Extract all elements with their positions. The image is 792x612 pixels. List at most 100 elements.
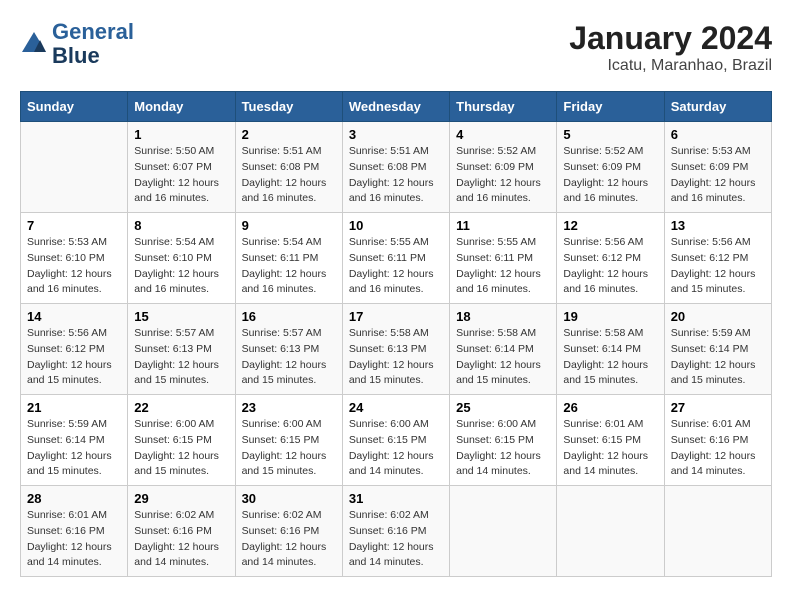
day-cell-29: 29Sunrise: 6:02 AM Sunset: 6:16 PM Dayli… bbox=[128, 486, 235, 577]
day-cell-28: 28 Sunrise: 6:01 AM Sunset: 6:16 PM Dayli… bbox=[21, 486, 128, 577]
day-cell-25: 25 Sunrise: 6:00 AM Sunset: 6:15 PM Dayli… bbox=[450, 395, 557, 486]
day-number: 12 bbox=[563, 218, 657, 233]
title-block: January 2024 Icatu, Maranhao, Brazil bbox=[569, 20, 772, 75]
day-number: 26 bbox=[563, 400, 657, 415]
day-cell-14: 14 Sunrise: 5:56 AM Sunset: 6:12 PM Dayli… bbox=[21, 304, 128, 395]
day-info: Sunrise: 5:56 AM Sunset: 6:12 PM Dayligh… bbox=[671, 235, 765, 298]
day-info: Sunrise: 6:00 AM Sunset: 6:15 PM Dayligh… bbox=[456, 417, 550, 480]
empty-cell bbox=[450, 486, 557, 577]
day-cell-24: 24 Sunrise: 6:00 AM Sunset: 6:15 PM Dayli… bbox=[342, 395, 449, 486]
week-row-1: 1 Sunrise: 5:50 AM Sunset: 6:07 PM Daylig… bbox=[21, 122, 772, 213]
day-info: Sunrise: 6:00 AM Sunset: 6:15 PM Dayligh… bbox=[242, 417, 336, 480]
day-number: 9 bbox=[242, 218, 336, 233]
day-cell-21: 21 Sunrise: 5:59 AM Sunset: 6:14 PM Dayli… bbox=[21, 395, 128, 486]
day-info: Sunrise: 5:58 AM Sunset: 6:14 PM Dayligh… bbox=[563, 326, 657, 389]
day-cell-31: 31 Sunrise: 6:02 AM Sunset: 6:16 PM Dayli… bbox=[342, 486, 449, 577]
day-number: 28 bbox=[27, 491, 121, 506]
day-info: Sunrise: 5:59 AM Sunset: 6:14 PM Dayligh… bbox=[671, 326, 765, 389]
day-number: 3 bbox=[349, 127, 443, 142]
day-number: 30 bbox=[242, 491, 336, 506]
day-info: Sunrise: 5:51 AM Sunset: 6:08 PM Dayligh… bbox=[242, 144, 336, 207]
day-number: 13 bbox=[671, 218, 765, 233]
empty-cell bbox=[557, 486, 664, 577]
header-cell-sunday: Sunday bbox=[21, 92, 128, 122]
day-info: Sunrise: 5:59 AM Sunset: 6:14 PM Dayligh… bbox=[27, 417, 121, 480]
day-number: 18 bbox=[456, 309, 550, 324]
day-info: Sunrise: 6:00 AM Sunset: 6:15 PM Dayligh… bbox=[134, 417, 228, 480]
week-row-2: 7Sunrise: 5:53 AM Sunset: 6:10 PM Daylig… bbox=[21, 213, 772, 304]
logo-icon bbox=[20, 30, 48, 58]
day-info: Sunrise: 5:57 AM Sunset: 6:13 PM Dayligh… bbox=[242, 326, 336, 389]
day-cell-30: 30 Sunrise: 6:02 AM Sunset: 6:16 PM Dayli… bbox=[235, 486, 342, 577]
day-info: Sunrise: 6:02 AM Sunset: 6:16 PM Dayligh… bbox=[242, 508, 336, 571]
day-cell-10: 10 Sunrise: 5:55 AM Sunset: 6:11 PM Dayli… bbox=[342, 213, 449, 304]
day-number: 23 bbox=[242, 400, 336, 415]
header-cell-monday: Monday bbox=[128, 92, 235, 122]
day-number: 17 bbox=[349, 309, 443, 324]
day-cell-5: 5Sunrise: 5:52 AM Sunset: 6:09 PM Daylig… bbox=[557, 122, 664, 213]
day-info: Sunrise: 5:52 AM Sunset: 6:09 PM Dayligh… bbox=[456, 144, 550, 207]
day-cell-9: 9 Sunrise: 5:54 AM Sunset: 6:11 PM Daylig… bbox=[235, 213, 342, 304]
header-cell-friday: Friday bbox=[557, 92, 664, 122]
day-info: Sunrise: 6:00 AM Sunset: 6:15 PM Dayligh… bbox=[349, 417, 443, 480]
day-cell-20: 20 Sunrise: 5:59 AM Sunset: 6:14 PM Dayli… bbox=[664, 304, 771, 395]
header-cell-saturday: Saturday bbox=[664, 92, 771, 122]
week-row-4: 21 Sunrise: 5:59 AM Sunset: 6:14 PM Dayli… bbox=[21, 395, 772, 486]
day-cell-4: 4 Sunrise: 5:52 AM Sunset: 6:09 PM Daylig… bbox=[450, 122, 557, 213]
calendar-table: SundayMondayTuesdayWednesdayThursdayFrid… bbox=[20, 91, 772, 577]
day-number: 31 bbox=[349, 491, 443, 506]
day-number: 10 bbox=[349, 218, 443, 233]
day-info: Sunrise: 5:52 AM Sunset: 6:09 PM Dayligh… bbox=[563, 144, 657, 207]
day-cell-22: 22Sunrise: 6:00 AM Sunset: 6:15 PM Dayli… bbox=[128, 395, 235, 486]
day-info: Sunrise: 5:55 AM Sunset: 6:11 PM Dayligh… bbox=[349, 235, 443, 298]
day-cell-19: 19 Sunrise: 5:58 AM Sunset: 6:14 PM Dayli… bbox=[557, 304, 664, 395]
day-cell-13: 13 Sunrise: 5:56 AM Sunset: 6:12 PM Dayli… bbox=[664, 213, 771, 304]
day-info: Sunrise: 6:01 AM Sunset: 6:16 PM Dayligh… bbox=[27, 508, 121, 571]
day-cell-15: 15 Sunrise: 5:57 AM Sunset: 6:13 PM Dayli… bbox=[128, 304, 235, 395]
day-info: Sunrise: 5:58 AM Sunset: 6:13 PM Dayligh… bbox=[349, 326, 443, 389]
day-info: Sunrise: 5:56 AM Sunset: 6:12 PM Dayligh… bbox=[27, 326, 121, 389]
empty-cell bbox=[21, 122, 128, 213]
header-cell-wednesday: Wednesday bbox=[342, 92, 449, 122]
day-info: Sunrise: 5:57 AM Sunset: 6:13 PM Dayligh… bbox=[134, 326, 228, 389]
day-number: 2 bbox=[242, 127, 336, 142]
day-cell-26: 26 Sunrise: 6:01 AM Sunset: 6:15 PM Dayli… bbox=[557, 395, 664, 486]
day-number: 8 bbox=[134, 218, 228, 233]
day-info: Sunrise: 6:01 AM Sunset: 6:15 PM Dayligh… bbox=[563, 417, 657, 480]
day-number: 6 bbox=[671, 127, 765, 142]
day-number: 24 bbox=[349, 400, 443, 415]
day-info: Sunrise: 5:51 AM Sunset: 6:08 PM Dayligh… bbox=[349, 144, 443, 207]
day-number: 25 bbox=[456, 400, 550, 415]
header-cell-tuesday: Tuesday bbox=[235, 92, 342, 122]
day-info: Sunrise: 5:56 AM Sunset: 6:12 PM Dayligh… bbox=[563, 235, 657, 298]
day-number: 20 bbox=[671, 309, 765, 324]
day-number: 19 bbox=[563, 309, 657, 324]
logo: General Blue bbox=[20, 20, 134, 68]
day-number: 1 bbox=[134, 127, 228, 142]
day-cell-1: 1 Sunrise: 5:50 AM Sunset: 6:07 PM Daylig… bbox=[128, 122, 235, 213]
day-number: 16 bbox=[242, 309, 336, 324]
day-info: Sunrise: 5:50 AM Sunset: 6:07 PM Dayligh… bbox=[134, 144, 228, 207]
day-info: Sunrise: 5:53 AM Sunset: 6:09 PM Dayligh… bbox=[671, 144, 765, 207]
day-cell-2: 2 Sunrise: 5:51 AM Sunset: 6:08 PM Daylig… bbox=[235, 122, 342, 213]
day-number: 14 bbox=[27, 309, 121, 324]
day-cell-7: 7Sunrise: 5:53 AM Sunset: 6:10 PM Daylig… bbox=[21, 213, 128, 304]
month-title: January 2024 bbox=[569, 20, 772, 57]
day-number: 4 bbox=[456, 127, 550, 142]
day-info: Sunrise: 6:02 AM Sunset: 6:16 PM Dayligh… bbox=[134, 508, 228, 571]
day-info: Sunrise: 5:54 AM Sunset: 6:11 PM Dayligh… bbox=[242, 235, 336, 298]
day-cell-6: 6 Sunrise: 5:53 AM Sunset: 6:09 PM Daylig… bbox=[664, 122, 771, 213]
week-row-5: 28 Sunrise: 6:01 AM Sunset: 6:16 PM Dayli… bbox=[21, 486, 772, 577]
day-info: Sunrise: 6:02 AM Sunset: 6:16 PM Dayligh… bbox=[349, 508, 443, 571]
location: Icatu, Maranhao, Brazil bbox=[569, 57, 772, 75]
day-number: 15 bbox=[134, 309, 228, 324]
header-row: SundayMondayTuesdayWednesdayThursdayFrid… bbox=[21, 92, 772, 122]
day-cell-8: 8Sunrise: 5:54 AM Sunset: 6:10 PM Daylig… bbox=[128, 213, 235, 304]
page-header: General Blue January 2024 Icatu, Maranha… bbox=[20, 20, 772, 75]
header-cell-thursday: Thursday bbox=[450, 92, 557, 122]
day-cell-27: 27Sunrise: 6:01 AM Sunset: 6:16 PM Dayli… bbox=[664, 395, 771, 486]
day-number: 27 bbox=[671, 400, 765, 415]
day-number: 21 bbox=[27, 400, 121, 415]
day-cell-18: 18Sunrise: 5:58 AM Sunset: 6:14 PM Dayli… bbox=[450, 304, 557, 395]
day-info: Sunrise: 5:53 AM Sunset: 6:10 PM Dayligh… bbox=[27, 235, 121, 298]
